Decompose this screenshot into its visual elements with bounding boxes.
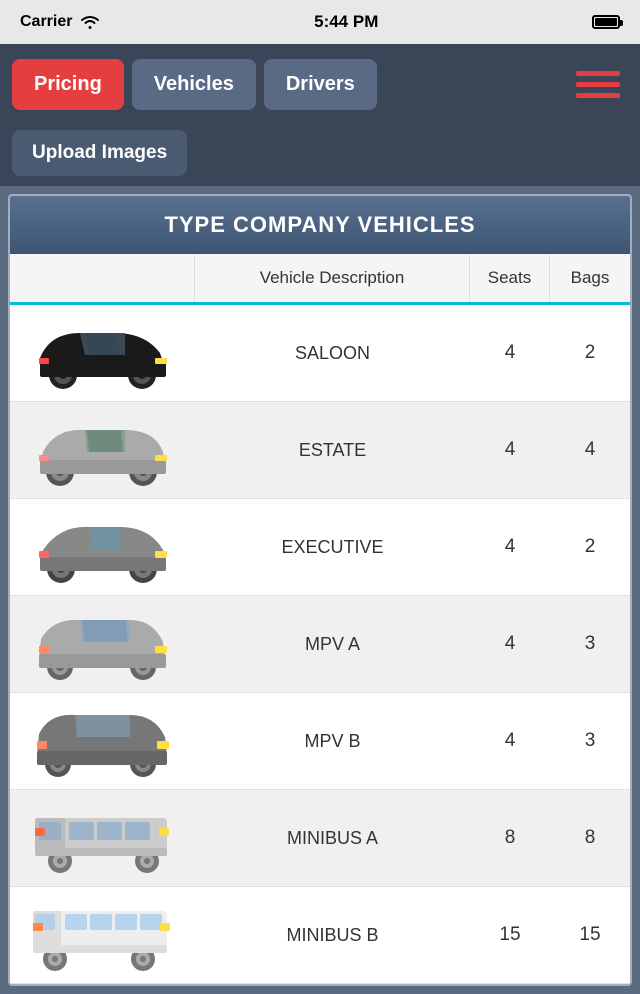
wifi-icon <box>80 14 100 30</box>
sub-nav: Upload Images <box>0 124 640 186</box>
vehicle-seats-saloon: 4 <box>470 334 550 372</box>
hamburger-menu[interactable] <box>568 63 628 106</box>
car-minibusb-icon <box>25 895 180 975</box>
vehicle-image-cell <box>10 790 195 886</box>
car-executive-icon <box>25 507 180 587</box>
car-saloon-icon <box>25 313 180 393</box>
vehicle-name-executive: EXECUTIVE <box>195 529 470 566</box>
main-content: TYPE COMPANY VEHICLES Vehicle Descriptio… <box>0 186 640 994</box>
vehicle-name-estate: ESTATE <box>195 432 470 469</box>
vehicle-name-mpva: MPV A <box>195 626 470 663</box>
table-row: EXECUTIVE 4 2 <box>10 499 630 596</box>
vehicle-seats-minibusb: 15 <box>470 916 550 954</box>
status-carrier: Carrier <box>20 13 100 31</box>
vehicle-name-minibusa: MINIBUS A <box>195 820 470 857</box>
vehicle-image-cell <box>10 887 195 983</box>
status-bar: Carrier 5:44 PM <box>0 0 640 44</box>
header-nav: Pricing Vehicles Drivers <box>0 44 640 124</box>
upload-images-button[interactable]: Upload Images <box>12 130 187 176</box>
tab-vehicles[interactable]: Vehicles <box>132 59 256 110</box>
table-row: MINIBUS B 15 15 <box>10 887 630 984</box>
vehicle-bags-mpva: 3 <box>550 625 630 663</box>
vehicle-image-cell <box>10 402 195 498</box>
vehicle-image-cell <box>10 693 195 789</box>
vehicle-bags-executive: 2 <box>550 528 630 566</box>
car-estate-icon <box>25 410 180 490</box>
vehicle-table: TYPE COMPANY VEHICLES Vehicle Descriptio… <box>8 194 632 986</box>
vehicle-seats-executive: 4 <box>470 528 550 566</box>
vehicle-bags-estate: 4 <box>550 431 630 469</box>
status-battery <box>592 15 620 29</box>
hamburger-line-1 <box>576 71 620 76</box>
table-row: MINIBUS A 8 8 <box>10 790 630 887</box>
battery-icon <box>592 15 620 29</box>
vehicle-seats-mpvb: 4 <box>470 722 550 760</box>
vehicle-bags-minibusb: 15 <box>550 916 630 954</box>
car-mpva-icon <box>25 604 180 684</box>
hamburger-line-3 <box>576 93 620 98</box>
vehicle-seats-mpva: 4 <box>470 625 550 663</box>
col-header-description: Vehicle Description <box>195 254 470 302</box>
table-title: TYPE COMPANY VEHICLES <box>10 196 630 254</box>
col-header-image <box>10 254 195 302</box>
vehicle-image-cell <box>10 596 195 692</box>
vehicle-bags-mpvb: 3 <box>550 722 630 760</box>
vehicle-image-cell <box>10 305 195 401</box>
table-row: MPV A 4 3 <box>10 596 630 693</box>
table-row: ESTATE 4 4 <box>10 402 630 499</box>
col-header-seats: Seats <box>470 254 550 302</box>
hamburger-line-2 <box>576 82 620 87</box>
vehicle-name-mpvb: MPV B <box>195 723 470 760</box>
vehicle-name-minibusb: MINIBUS B <box>195 917 470 954</box>
table-column-headers: Vehicle Description Seats Bags <box>10 254 630 305</box>
vehicle-image-cell <box>10 499 195 595</box>
tab-drivers[interactable]: Drivers <box>264 59 377 110</box>
car-mpvb-icon <box>25 701 180 781</box>
vehicle-seats-estate: 4 <box>470 431 550 469</box>
carrier-text: Carrier <box>20 13 72 31</box>
status-time: 5:44 PM <box>314 12 378 32</box>
vehicle-name-saloon: SALOON <box>195 335 470 372</box>
vehicle-seats-minibusa: 8 <box>470 819 550 857</box>
tab-pricing[interactable]: Pricing <box>12 59 124 110</box>
vehicle-bags-saloon: 2 <box>550 334 630 372</box>
col-header-bags: Bags <box>550 254 630 302</box>
table-row: MPV B 4 3 <box>10 693 630 790</box>
car-minibusa-icon <box>25 798 180 878</box>
table-row: SALOON 4 2 <box>10 305 630 402</box>
vehicle-bags-minibusa: 8 <box>550 819 630 857</box>
